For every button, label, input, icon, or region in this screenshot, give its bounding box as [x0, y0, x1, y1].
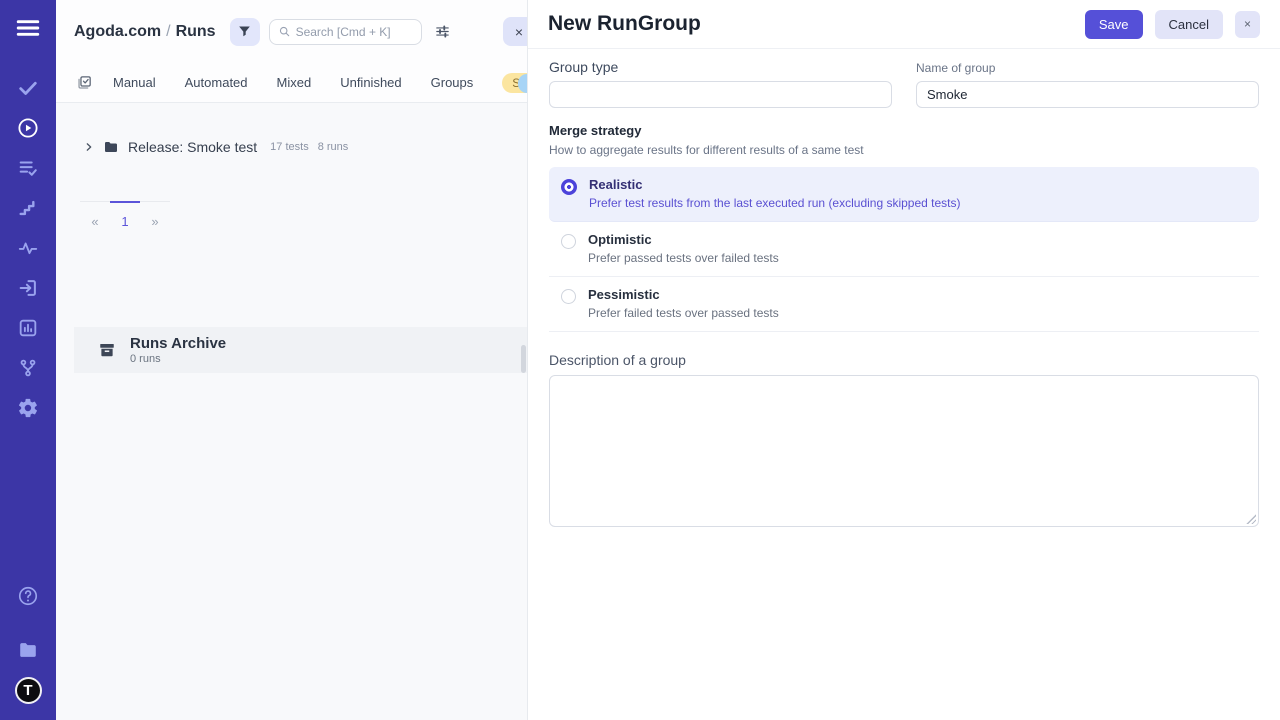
- radio-icon[interactable]: [561, 179, 577, 195]
- form-header: New RunGroup Save Cancel ×: [528, 0, 1280, 49]
- name-label: Name of group: [916, 58, 1259, 75]
- strategy-title: Optimistic: [588, 232, 779, 247]
- strategy-description: Prefer failed tests over passed tests: [588, 306, 779, 320]
- pagination-page-1[interactable]: 1: [110, 201, 140, 229]
- merge-strategy-label: Merge strategy: [549, 123, 1259, 138]
- radio-icon[interactable]: [561, 289, 576, 304]
- new-rungroup-panel: New RunGroup Save Cancel × Group type Na…: [527, 0, 1280, 720]
- bar-chart-icon[interactable]: [15, 315, 41, 341]
- runs-list-body: Release: Smoke test 17 tests 8 runs « 1 …: [56, 139, 527, 716]
- strategy-option-optimistic[interactable]: Optimistic Prefer passed tests over fail…: [549, 222, 1259, 277]
- group-type-input[interactable]: [549, 81, 892, 108]
- tests-count: 17 tests: [270, 141, 309, 153]
- merge-strategy-options: Realistic Prefer test results from the l…: [549, 167, 1259, 332]
- app-window: T Agoda.com/Runs: [0, 0, 1280, 720]
- runs-archive-row[interactable]: Runs Archive 0 runs: [74, 327, 527, 373]
- run-group-row[interactable]: Release: Smoke test 17 tests 8 runs: [74, 139, 527, 155]
- breadcrumb-separator: /: [161, 23, 175, 40]
- page-title: New RunGroup: [548, 12, 1085, 36]
- save-button[interactable]: Save: [1085, 10, 1143, 39]
- tab-unfinished[interactable]: Unfinished: [340, 75, 401, 90]
- archive-title: Runs Archive: [130, 336, 226, 352]
- sliders-icon: [434, 23, 451, 40]
- tab-automated[interactable]: Automated: [185, 75, 248, 90]
- help-icon[interactable]: [15, 583, 41, 609]
- tab-groups[interactable]: Groups: [431, 75, 474, 90]
- sidebar: T: [0, 0, 56, 720]
- breadcrumb-project[interactable]: Agoda.com: [74, 23, 161, 40]
- strategy-texts: Pessimistic Prefer failed tests over pas…: [588, 287, 779, 320]
- list-check-icon[interactable]: [15, 155, 41, 181]
- menu-icon[interactable]: [15, 15, 41, 41]
- archive-count: 0 runs: [130, 353, 226, 365]
- name-field: Name of group: [916, 58, 1259, 108]
- filter-button[interactable]: [230, 18, 260, 46]
- strategy-title: Realistic: [589, 177, 961, 192]
- tab-manual[interactable]: Manual: [113, 75, 156, 90]
- runs-list-panel: Agoda.com/Runs ×: [56, 0, 527, 720]
- funnel-icon: [237, 24, 252, 39]
- runs-toolbar: Agoda.com/Runs ×: [56, 0, 527, 63]
- run-group-counts: 17 tests 8 runs: [270, 141, 348, 153]
- sign-in-icon[interactable]: [15, 275, 41, 301]
- folder-icon: [103, 139, 119, 155]
- select-all-checkbox-icon[interactable]: [76, 74, 93, 91]
- breadcrumb: Agoda.com/Runs: [74, 23, 216, 41]
- runs-count: 8 runs: [318, 141, 349, 153]
- scrollbar-thumb[interactable]: [521, 345, 526, 373]
- pulse-icon[interactable]: [15, 235, 41, 261]
- tests-check-icon[interactable]: [15, 75, 41, 101]
- chevron-right-icon[interactable]: [84, 142, 94, 152]
- description-label: Description of a group: [549, 352, 1259, 368]
- stairs-icon[interactable]: [15, 195, 41, 221]
- breadcrumb-page[interactable]: Runs: [176, 23, 216, 40]
- description-wrap: [549, 375, 1259, 527]
- search-input[interactable]: [296, 25, 413, 39]
- strategy-description: Prefer passed tests over failed tests: [588, 251, 779, 265]
- filter-tabs-row: Manual Automated Mixed Unfinished Groups…: [56, 63, 527, 103]
- strategy-texts: Realistic Prefer test results from the l…: [589, 177, 961, 210]
- merge-strategy-hint: How to aggregate results for different r…: [549, 143, 1259, 157]
- pagination-next[interactable]: »: [140, 201, 170, 229]
- strategy-title: Pessimistic: [588, 287, 779, 302]
- strategy-option-pessimistic[interactable]: Pessimistic Prefer failed tests over pas…: [549, 277, 1259, 332]
- strategy-option-realistic[interactable]: Realistic Prefer test results from the l…: [549, 167, 1259, 222]
- name-input[interactable]: [916, 81, 1259, 108]
- radio-icon[interactable]: [561, 234, 576, 249]
- archive-texts: Runs Archive 0 runs: [130, 336, 226, 365]
- search-box: [269, 19, 422, 45]
- strategy-texts: Optimistic Prefer passed tests over fail…: [588, 232, 779, 265]
- profile-avatar[interactable]: T: [15, 677, 42, 704]
- group-type-field: Group type: [549, 58, 892, 108]
- strategy-description: Prefer test results from the last execut…: [589, 196, 961, 210]
- search-icon: [278, 25, 291, 38]
- branch-icon[interactable]: [15, 355, 41, 381]
- cancel-button[interactable]: Cancel: [1155, 10, 1223, 39]
- fields-row: Group type Name of group: [549, 58, 1259, 108]
- archive-box-icon: [98, 341, 116, 359]
- adjustments-button[interactable]: [432, 21, 453, 42]
- pagination: « 1 »: [80, 201, 170, 229]
- rungroup-form: Group type Name of group Merge strategy …: [528, 49, 1280, 527]
- sidebar-bottom: T: [0, 583, 56, 704]
- runs-play-icon[interactable]: [15, 115, 41, 141]
- settings-gear-icon[interactable]: [15, 395, 41, 421]
- close-button[interactable]: ×: [1235, 11, 1260, 38]
- pagination-prev[interactable]: «: [80, 201, 110, 229]
- group-type-label: Group type: [549, 58, 892, 75]
- description-textarea[interactable]: [549, 375, 1259, 527]
- tab-mixed[interactable]: Mixed: [277, 75, 312, 90]
- run-group-title[interactable]: Release: Smoke test: [128, 139, 257, 155]
- projects-folder-icon[interactable]: [15, 637, 41, 663]
